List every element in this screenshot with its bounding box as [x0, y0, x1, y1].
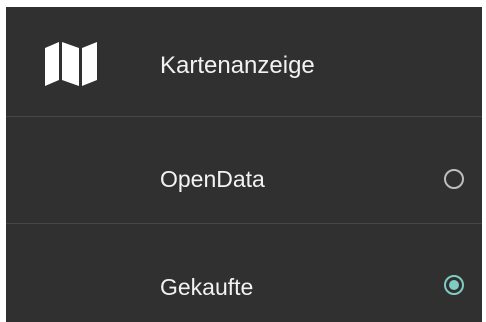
option-gekaufte[interactable]: Gekaufte — [6, 223, 482, 322]
map-display-settings-panel: Kartenanzeige OpenData Gekaufte — [6, 7, 482, 322]
radio-selected-dot — [449, 280, 459, 290]
option-gekaufte-label: Gekaufte — [160, 274, 254, 300]
option-opendata-label: OpenData — [160, 166, 265, 192]
opendata-radio-button[interactable] — [444, 169, 464, 189]
option-opendata[interactable]: OpenData — [6, 116, 482, 223]
gekaufte-radio-button[interactable] — [444, 275, 464, 295]
map-display-header: Kartenanzeige — [6, 7, 482, 116]
map-display-title: Kartenanzeige — [160, 52, 315, 79]
map-icon — [45, 42, 97, 86]
